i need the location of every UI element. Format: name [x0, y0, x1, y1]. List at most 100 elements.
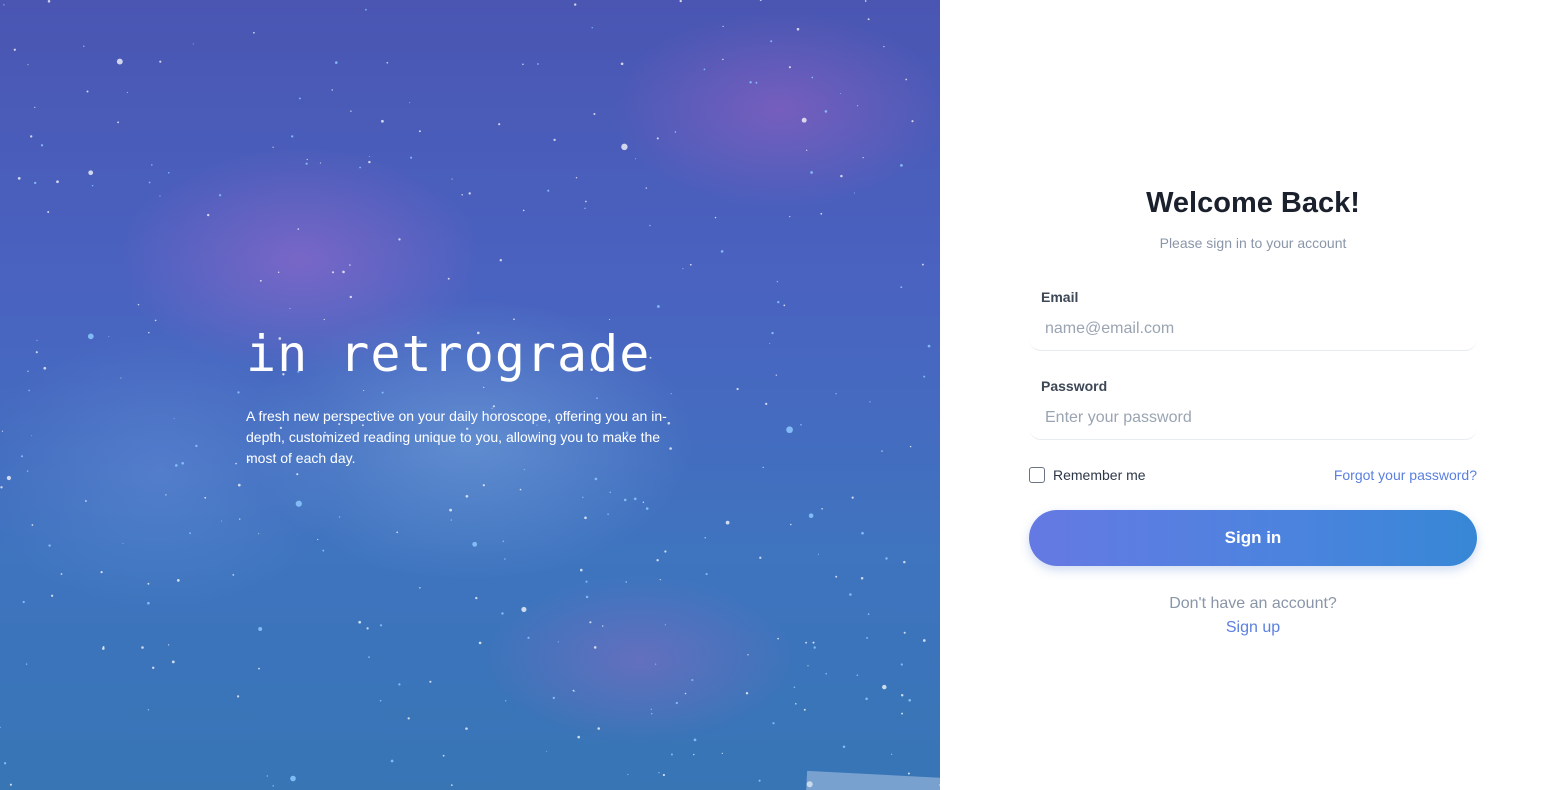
star — [192, 43, 194, 45]
star — [577, 735, 580, 739]
star — [176, 579, 180, 582]
sign-up-link[interactable]: Sign up — [1029, 618, 1477, 638]
star — [3, 762, 7, 765]
star — [856, 674, 859, 676]
star — [147, 601, 150, 605]
star — [472, 541, 478, 547]
star — [770, 40, 773, 43]
star — [91, 184, 94, 187]
star — [840, 174, 843, 178]
star — [43, 366, 47, 370]
star — [853, 192, 855, 194]
star — [806, 149, 808, 151]
remember-me-label[interactable]: Remember me — [1053, 467, 1146, 483]
star — [447, 277, 450, 280]
star — [882, 684, 887, 690]
remember-me: Remember me — [1029, 467, 1146, 483]
star — [0, 726, 1, 729]
star — [379, 699, 382, 702]
star — [498, 123, 501, 126]
star — [317, 538, 319, 541]
password-input[interactable] — [1029, 396, 1477, 440]
star — [775, 374, 777, 376]
star — [664, 624, 667, 626]
star — [682, 268, 684, 270]
star — [120, 377, 122, 379]
star — [553, 138, 556, 142]
star — [368, 656, 370, 658]
form-options-row: Remember me Forgot your password? — [1029, 465, 1477, 485]
star — [825, 672, 828, 675]
star — [442, 754, 445, 757]
star — [921, 263, 924, 266]
star — [777, 300, 780, 304]
star — [60, 573, 63, 575]
star — [478, 641, 482, 645]
star — [189, 532, 192, 535]
star — [790, 523, 792, 526]
star — [9, 783, 12, 786]
star — [662, 773, 666, 777]
star — [812, 641, 815, 644]
star — [582, 496, 584, 499]
star — [253, 31, 255, 34]
star — [25, 663, 28, 665]
star — [306, 158, 308, 161]
star — [584, 207, 586, 210]
star — [865, 697, 868, 701]
star — [580, 568, 583, 572]
star — [607, 513, 609, 516]
forgot-password-link[interactable]: Forgot your password? — [1334, 467, 1477, 483]
star — [900, 286, 903, 289]
star — [821, 507, 823, 510]
star — [594, 477, 598, 481]
star — [20, 455, 24, 458]
star — [323, 318, 325, 321]
star — [820, 212, 823, 215]
star — [803, 708, 806, 711]
star — [30, 135, 33, 138]
star — [703, 68, 706, 71]
star — [419, 587, 421, 589]
star — [126, 91, 128, 94]
star — [47, 211, 50, 213]
star — [655, 663, 657, 665]
star — [1, 430, 4, 432]
hero-description: A fresh new perspective on your daily ho… — [246, 408, 667, 466]
star — [642, 501, 645, 504]
star — [795, 703, 797, 705]
star — [50, 594, 54, 597]
sign-in-button[interactable]: Sign in — [1029, 510, 1477, 566]
auth-panel: Welcome Back! Please sign in to your acc… — [940, 0, 1566, 790]
star — [585, 580, 588, 583]
star — [338, 516, 341, 518]
star — [449, 508, 452, 512]
star — [258, 667, 260, 670]
star — [771, 331, 774, 335]
star — [513, 318, 515, 321]
star — [903, 631, 906, 634]
star — [181, 461, 185, 465]
star — [151, 666, 155, 670]
star — [591, 27, 593, 29]
star — [482, 484, 485, 487]
star — [546, 750, 548, 752]
star — [31, 435, 33, 437]
star — [574, 3, 577, 6]
remember-me-checkbox[interactable] — [1029, 467, 1045, 483]
email-input[interactable] — [1029, 307, 1477, 351]
star — [900, 663, 903, 666]
star — [597, 727, 601, 730]
star — [519, 488, 522, 491]
login-form: Welcome Back! Please sign in to your acc… — [1029, 184, 1477, 638]
email-label: Email — [1041, 289, 1079, 305]
star — [359, 166, 361, 169]
star — [35, 351, 38, 354]
star — [84, 500, 87, 502]
star — [31, 524, 34, 526]
star — [824, 110, 828, 113]
star — [147, 582, 150, 585]
star — [147, 709, 150, 711]
star — [236, 695, 240, 698]
star — [381, 119, 384, 123]
